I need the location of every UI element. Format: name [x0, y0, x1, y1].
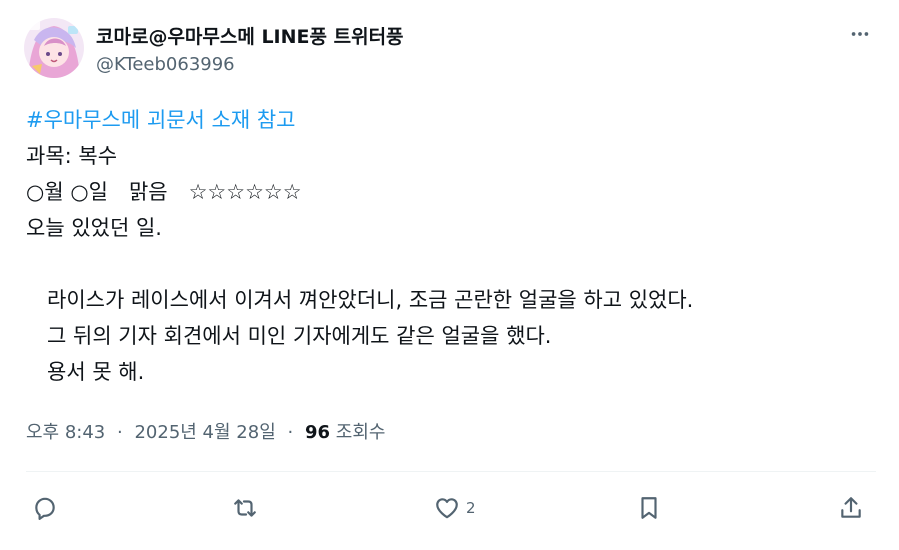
- author-handle[interactable]: @KTeeb063996: [96, 54, 235, 75]
- author-display-name[interactable]: 코마로@우마무스메 LINE풍 트위터풍: [96, 22, 404, 49]
- share-icon: [841, 497, 861, 518]
- tweet-line: 그 뒤의 기자 회견에서 미인 기자에게도 같은 얼굴을 했다.: [26, 324, 552, 348]
- like-button[interactable]: 2: [434, 490, 476, 526]
- avatar-image: [24, 18, 84, 78]
- tweet-text: #우마무스메 괴문서 소재 참고 과목: 복수 ○월 ○일 맑음 ☆☆☆☆☆☆ …: [26, 102, 876, 390]
- tweet-line: 라이스가 레이스에서 이겨서 껴안았더니, 조금 곤란한 얼굴을 하고 있었다.: [26, 288, 694, 312]
- heart-icon: [436, 498, 458, 519]
- share-button[interactable]: [838, 490, 864, 526]
- retweet-button[interactable]: [232, 490, 258, 526]
- views-label: 조회수: [335, 422, 386, 443]
- more-horizontal-icon: [851, 32, 869, 36]
- tweet-meta: 오후 8:43 · 2025년 4월 28일 · 96 조회수: [26, 418, 385, 444]
- bookmark-icon: [641, 497, 657, 519]
- reply-icon: [35, 497, 55, 520]
- tweet-line: 용서 못 해.: [26, 360, 145, 384]
- post-time[interactable]: 오후 8:43: [26, 422, 105, 443]
- tweet-line: 오늘 있었던 일.: [26, 216, 162, 240]
- retweet-icon: [234, 499, 256, 517]
- divider: [26, 471, 876, 472]
- tweet-line: 과목: 복수: [26, 144, 118, 168]
- views-count: 96: [304, 422, 331, 443]
- meta-separator: ·: [117, 422, 123, 443]
- bookmark-button[interactable]: [636, 490, 662, 526]
- more-options-button[interactable]: [840, 20, 880, 48]
- hashtag-link[interactable]: #우마무스메 괴문서 소재 참고: [26, 102, 876, 138]
- tweet-line: ○월 ○일 맑음 ☆☆☆☆☆☆: [26, 180, 302, 204]
- reply-button[interactable]: [32, 490, 58, 526]
- avatar[interactable]: [24, 18, 84, 78]
- like-count: 2: [466, 499, 476, 517]
- post-date[interactable]: 2025년 4월 28일: [134, 422, 275, 443]
- meta-separator: ·: [287, 422, 294, 443]
- tweet-card: 코마로@우마무스메 LINE풍 트위터풍 @KTeeb063996 #우마무스메…: [0, 0, 899, 550]
